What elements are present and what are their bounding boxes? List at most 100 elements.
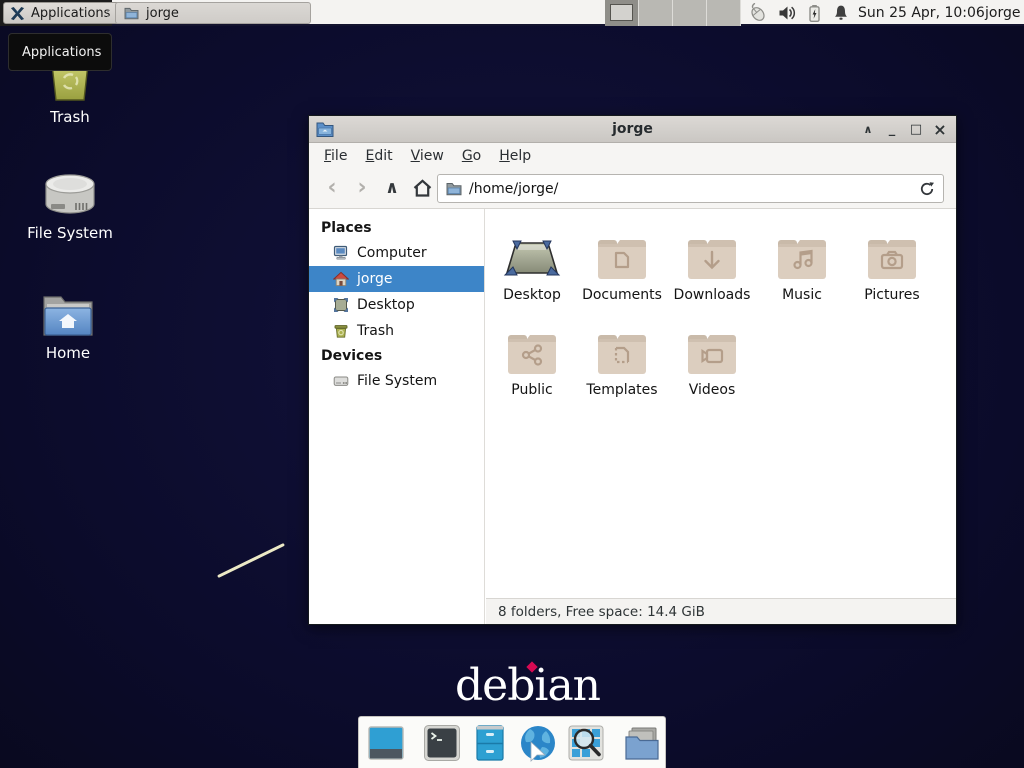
file-label: Desktop	[503, 287, 561, 303]
menu-view[interactable]: View	[402, 145, 453, 167]
battery-icon[interactable]	[806, 4, 823, 23]
cursor-artifact	[217, 543, 285, 578]
sidebar-item-label: Desktop	[357, 297, 415, 313]
taskbar-folder-icon	[124, 7, 139, 20]
statusbar-text: 8 folders, Free space: 14.4 GiB	[498, 604, 705, 620]
up-button[interactable]: ∧	[377, 173, 407, 203]
close-button[interactable]: ×	[932, 116, 948, 143]
menu-help[interactable]: Help	[490, 145, 540, 167]
devices-header: Devices	[309, 344, 484, 368]
panel-clock[interactable]: Sun 25 Apr, 10:06	[858, 0, 985, 26]
home-icon	[333, 271, 349, 287]
home-button[interactable]	[407, 173, 437, 203]
path-bar[interactable]: /home/jorge/	[437, 174, 944, 203]
window-title: jorge	[309, 121, 956, 137]
sidebar-item-trash[interactable]: Trash	[309, 318, 484, 344]
desktop-icon-label: File System	[27, 225, 113, 242]
file-music[interactable]: Music	[757, 219, 847, 314]
toolbar: ‹ › ∧ /home/jorge/	[309, 168, 956, 209]
home-folder-icon	[41, 292, 95, 338]
taskbar-window-label: jorge	[146, 6, 179, 21]
desktop-icon-label: Trash	[50, 109, 90, 126]
workspace-3[interactable]	[673, 0, 707, 26]
system-tray	[748, 0, 850, 26]
desktop-icon-home[interactable]: Home	[16, 292, 120, 362]
file-public[interactable]: Public	[487, 314, 577, 409]
documents-folder-icon	[596, 219, 648, 281]
terminal-launcher[interactable]	[422, 723, 462, 763]
file-label: Music	[782, 287, 822, 303]
file-grid: Desktop Documents	[487, 219, 945, 409]
reload-icon[interactable]	[919, 181, 935, 197]
menu-file[interactable]: File	[315, 145, 356, 167]
file-downloads[interactable]: Downloads	[667, 219, 757, 314]
desktop-mini-icon	[333, 297, 349, 313]
file-cabinet-launcher[interactable]	[470, 723, 510, 763]
web-browser-launcher[interactable]	[518, 723, 558, 763]
workspace-switcher	[605, 0, 741, 26]
shade-button[interactable]: ∧	[860, 116, 876, 143]
applications-tooltip-text: Applications	[22, 45, 101, 60]
workspace-2[interactable]	[639, 0, 673, 26]
templates-folder-icon	[596, 314, 648, 376]
public-folder-icon	[506, 314, 558, 376]
maximize-button[interactable]: □	[908, 116, 924, 143]
music-folder-icon	[776, 219, 828, 281]
places-header: Places	[309, 216, 484, 240]
menubar: File Edit View Go Help	[309, 143, 956, 168]
desktop-icon-label: Home	[46, 345, 90, 362]
window-controls: ∧ _ □ ×	[860, 116, 948, 143]
file-documents[interactable]: Documents	[577, 219, 667, 314]
taskbar-window-button[interactable]: jorge	[115, 2, 311, 24]
computer-icon	[333, 245, 349, 261]
volume-icon[interactable]	[778, 4, 797, 22]
desktop-icon-filesystem[interactable]: File System	[18, 172, 122, 242]
app-finder-launcher[interactable]	[566, 723, 606, 763]
applications-menu-label: Applications	[31, 6, 110, 21]
sidebar-item-label: Trash	[357, 323, 394, 339]
file-videos[interactable]: Videos	[667, 314, 757, 409]
file-manager-window: jorge ∧ _ □ × File Edit View Go Help ‹ ›…	[308, 115, 957, 625]
side-pane: Places Computer jorge Desktop Trash	[309, 209, 485, 624]
menu-edit[interactable]: Edit	[356, 145, 401, 167]
notifications-bell-icon[interactable]	[832, 4, 850, 22]
desktop-special-icon	[503, 219, 561, 281]
file-view[interactable]: Desktop Documents	[486, 209, 956, 598]
applications-menu-button[interactable]: Applications	[3, 2, 120, 24]
workspace-1[interactable]	[605, 0, 639, 26]
path-input[interactable]: /home/jorge/	[469, 181, 912, 197]
sidebar-item-jorge[interactable]: jorge	[309, 266, 484, 292]
file-label: Templates	[586, 382, 657, 398]
panel-user-label[interactable]: jorge	[985, 0, 1020, 26]
sidebar-item-computer[interactable]: Computer	[309, 240, 484, 266]
sidebar-item-filesystem[interactable]: File System	[309, 368, 484, 394]
path-folder-icon	[446, 182, 462, 196]
videos-folder-icon	[686, 314, 738, 376]
trash-mini-icon	[333, 323, 349, 339]
forward-button[interactable]: ›	[347, 173, 377, 203]
file-manager-launcher[interactable]	[622, 723, 662, 763]
file-label: Public	[511, 382, 552, 398]
sidebar-item-desktop[interactable]: Desktop	[309, 292, 484, 318]
file-desktop[interactable]: Desktop	[487, 219, 577, 314]
panel-grip-handle[interactable]	[104, 0, 112, 26]
menu-go[interactable]: Go	[453, 145, 490, 167]
file-pictures[interactable]: Pictures	[847, 219, 937, 314]
drive-mini-icon	[333, 373, 349, 389]
harddrive-icon	[43, 172, 97, 218]
file-label: Pictures	[864, 287, 919, 303]
home-icon	[412, 178, 433, 198]
file-label: Videos	[689, 382, 736, 398]
mouse-device-icon[interactable]	[748, 3, 769, 23]
show-desktop-launcher[interactable]	[366, 723, 406, 763]
workspace-4[interactable]	[707, 0, 741, 26]
debian-logo: debian	[455, 660, 600, 711]
file-label: Documents	[582, 287, 662, 303]
file-label: Downloads	[674, 287, 751, 303]
statusbar: 8 folders, Free space: 14.4 GiB	[486, 598, 956, 624]
minimize-button[interactable]: _	[884, 116, 900, 143]
pictures-folder-icon	[866, 219, 918, 281]
file-templates[interactable]: Templates	[577, 314, 667, 409]
titlebar[interactable]: jorge ∧ _ □ ×	[309, 116, 956, 143]
back-button[interactable]: ‹	[317, 173, 347, 203]
